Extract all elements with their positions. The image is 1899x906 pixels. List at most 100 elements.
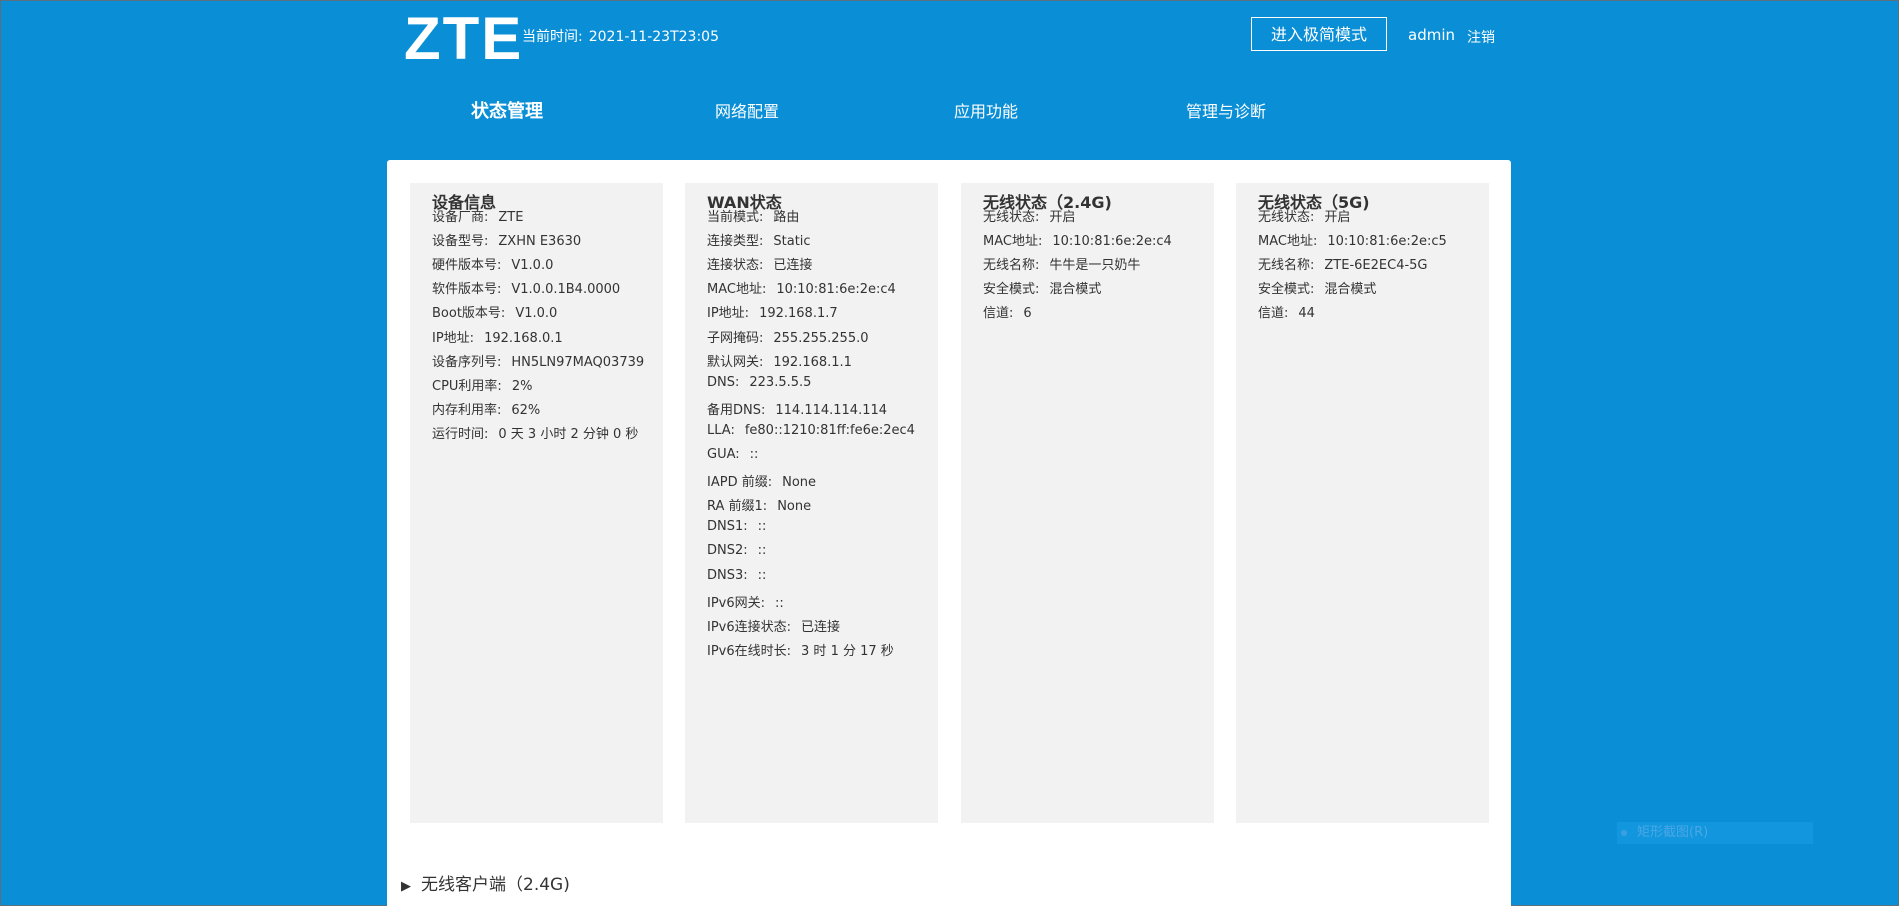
- info-row: DNS3:::: [707, 568, 766, 583]
- info-row: IPv6连接状态: 已连接: [707, 616, 840, 635]
- info-row: IPv6网关:::: [707, 592, 784, 611]
- info-key: 无线名称:: [1258, 258, 1315, 274]
- info-key: 子网掩码:: [707, 330, 764, 346]
- info-row: 运行时间: 0 天 3 小时 2 分钟 0 秒: [432, 423, 638, 442]
- info-key: DNS:: [707, 374, 740, 390]
- info-row: IPv6在线时长: 3 时 1 分 17 秒: [707, 640, 894, 659]
- info-value: fe80::1210:81ff:fe6e:2ec4: [744, 422, 915, 438]
- user-name[interactable]: admin: [1408, 26, 1455, 44]
- info-key: 硬件版本号:: [432, 258, 502, 274]
- info-row: DNS: 223.5.5.5: [707, 375, 811, 390]
- info-key: IAPD 前缀:: [707, 475, 773, 491]
- info-row: 硬件版本号: V1.0.0: [432, 254, 553, 273]
- info-row: 信道: 44: [1258, 302, 1315, 321]
- info-value: ::: [757, 519, 767, 535]
- info-value: 192.168.0.1: [484, 330, 563, 346]
- info-row: IP地址: 192.168.0.1: [432, 327, 563, 346]
- nav-network-config[interactable]: 网络配置: [715, 98, 779, 122]
- dot-icon: [1621, 829, 1627, 836]
- simple-mode-button[interactable]: 进入极简模式: [1251, 17, 1387, 51]
- info-row: 安全模式: 混合模式: [1258, 278, 1376, 297]
- info-key: 运行时间:: [432, 426, 489, 442]
- info-key: LLA:: [707, 422, 735, 438]
- info-value: 开启: [1049, 210, 1076, 225]
- info-value: 混合模式: [1049, 282, 1102, 298]
- info-key: 安全模式:: [1258, 282, 1315, 298]
- wireless-24g-card: 无线状态（2.4G) 无线状态: 开启 MAC地址: 10:10:81:6e:2e:c4…: [961, 183, 1214, 823]
- nav-management-diagnostics[interactable]: 管理与诊断: [1186, 98, 1266, 122]
- info-value: 192.168.1.1: [773, 354, 852, 370]
- info-key: IP地址:: [707, 306, 750, 322]
- info-value: 10:10:81:6e:2e:c4: [1052, 234, 1172, 250]
- wireless-client-24g-toggle[interactable]: ▶ 无线客户端（2.4G): [401, 870, 570, 895]
- info-value: 2%: [511, 378, 533, 394]
- info-key: 信道:: [983, 306, 1014, 322]
- info-value: None: [777, 499, 812, 515]
- info-row: RA 前缀1: None: [707, 495, 811, 514]
- info-key: IPv6在线时长:: [707, 643, 792, 659]
- info-row: 软件版本号: V1.0.0.1B4.0000: [432, 278, 620, 297]
- info-row: 连接类型: Static: [707, 230, 811, 249]
- expand-arrow-icon: ▶: [401, 879, 411, 894]
- info-row: DNS2:::: [707, 543, 766, 558]
- info-value: 223.5.5.5: [749, 374, 812, 390]
- wan-status-card: WAN状态 当前模式: 路由 连接类型: Static 连接状态: 已连接 MAC地址: 10:…: [685, 183, 938, 823]
- info-value: 路由: [773, 210, 800, 225]
- info-key: 安全模式:: [983, 282, 1040, 298]
- info-key: IP地址:: [432, 330, 475, 346]
- info-value: 已连接: [801, 619, 841, 635]
- info-key: DNS1:: [707, 519, 748, 535]
- screenshot-tooltip-text: 矩形截图(R): [1637, 825, 1709, 840]
- info-row: MAC地址: 10:10:81:6e:2e:c4: [983, 230, 1172, 249]
- info-row: MAC地址: 10:10:81:6e:2e:c5: [1258, 230, 1447, 249]
- info-row: LLA: fe80::1210:81ff:fe6e:2ec4: [707, 423, 915, 438]
- info-value: ZXHN E3630: [498, 234, 582, 250]
- info-row: 当前模式: 路由: [707, 206, 799, 225]
- info-key: 当前模式:: [707, 210, 764, 225]
- info-value: ZTE: [498, 210, 524, 225]
- nav-status-management[interactable]: 状态管理: [471, 97, 543, 123]
- info-key: MAC地址:: [707, 282, 767, 298]
- info-key: DNS2:: [707, 543, 748, 559]
- info-value: 114.114.114.114: [775, 402, 888, 418]
- info-key: IPv6连接状态:: [707, 619, 792, 635]
- info-value: 已连接: [773, 258, 813, 274]
- info-key: IPv6网关:: [707, 595, 766, 611]
- time-value: 2021-11-23T23:05: [588, 29, 719, 45]
- info-value: 0 天 3 小时 2 分钟 0 秒: [498, 426, 639, 442]
- info-value: 10:10:81:6e:2e:c5: [1327, 234, 1447, 250]
- info-value: 44: [1298, 306, 1315, 322]
- info-value: 3 时 1 分 17 秒: [801, 643, 894, 659]
- logout-link[interactable]: 注销: [1467, 27, 1495, 47]
- info-row: 设备序列号: HN5LN97MAQ03739: [432, 351, 644, 370]
- info-row: 设备型号: ZXHN E3630: [432, 230, 581, 249]
- info-row: 信道: 6: [983, 302, 1032, 321]
- info-row: 无线名称: ZTE-6E2EC4-5G: [1258, 254, 1428, 273]
- wireless-client-label: 无线客户端（2.4G): [421, 875, 570, 895]
- info-value: 62%: [511, 402, 541, 418]
- current-time: 当前时间: 2021-11-23T23:05: [522, 26, 719, 46]
- info-key: RA 前缀1:: [707, 499, 768, 515]
- info-row: IP地址: 192.168.1.7: [707, 302, 838, 321]
- info-row: 子网掩码: 255.255.255.0: [707, 327, 869, 346]
- zte-logo: ZTE: [404, 5, 524, 72]
- screenshot-tooltip: 矩形截图(R): [1617, 822, 1813, 844]
- info-value: 牛牛是一只奶牛: [1049, 258, 1141, 274]
- info-value: 混合模式: [1324, 282, 1377, 298]
- info-row: 安全模式: 混合模式: [983, 278, 1101, 297]
- info-row: 设备厂商: ZTE: [432, 206, 523, 225]
- info-value: 10:10:81:6e:2e:c4: [776, 282, 896, 298]
- info-key: 内存利用率:: [432, 402, 502, 418]
- info-key: MAC地址:: [983, 234, 1043, 250]
- info-value: 192.168.1.7: [759, 306, 838, 322]
- nav-applications[interactable]: 应用功能: [954, 98, 1018, 122]
- info-key: 默认网关:: [707, 354, 764, 370]
- info-value: 255.255.255.0: [773, 330, 869, 346]
- info-value: Static: [773, 234, 811, 250]
- main-panel: 设备信息 设备厂商: ZTE 设备型号: ZXHN E3630 硬件版本号: V1.0.0 软…: [387, 160, 1511, 906]
- info-value: ::: [757, 567, 767, 583]
- info-row: 默认网关: 192.168.1.1: [707, 351, 852, 370]
- info-row: GUA:::: [707, 447, 758, 462]
- info-row: Boot版本号: V1.0.0: [432, 302, 557, 321]
- info-key: 设备厂商:: [432, 210, 489, 225]
